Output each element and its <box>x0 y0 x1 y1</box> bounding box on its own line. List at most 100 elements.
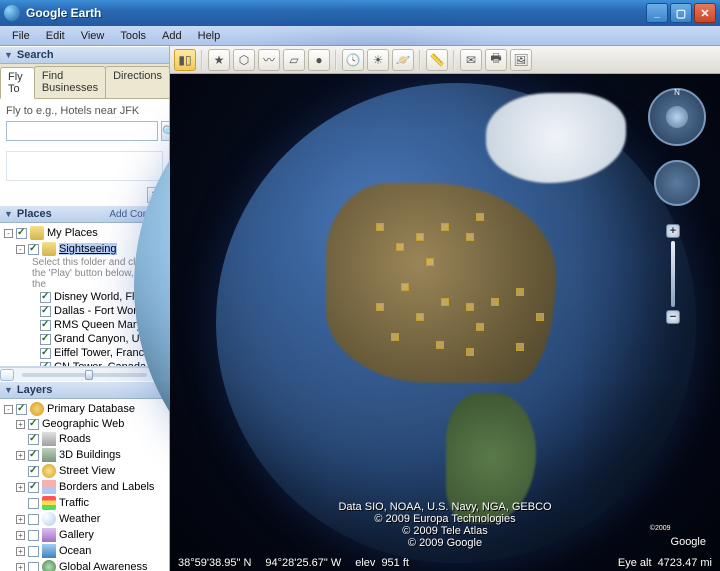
placemark-icon[interactable] <box>466 303 474 311</box>
search-panel-header[interactable]: ▼ Search <box>0 46 169 64</box>
zoom-slider[interactable] <box>671 241 675 307</box>
checkbox[interactable] <box>40 292 51 303</box>
checkbox[interactable] <box>40 348 51 359</box>
checkbox[interactable] <box>28 482 39 493</box>
placemark-icon[interactable] <box>516 288 524 296</box>
globe[interactable] <box>216 83 696 563</box>
placemark-icon[interactable] <box>416 313 424 321</box>
tour-prev-button[interactable] <box>0 369 14 381</box>
expand-icon[interactable]: + <box>16 515 25 524</box>
checkbox[interactable] <box>28 498 39 509</box>
placemark-icon[interactable] <box>426 258 434 266</box>
path-button[interactable]: 〰 <box>258 49 280 71</box>
menu-help[interactable]: Help <box>190 28 229 44</box>
checkbox[interactable] <box>28 419 39 430</box>
tree-node[interactable]: +Ocean <box>4 543 167 559</box>
placemark-icon[interactable] <box>401 283 409 291</box>
search-button[interactable]: 🔍 <box>161 121 170 141</box>
tree-node[interactable]: +Gallery <box>4 527 167 543</box>
record-tour-button[interactable]: ● <box>308 49 330 71</box>
tree-node[interactable]: +Geographic Web <box>4 417 167 431</box>
checkbox[interactable] <box>16 228 27 239</box>
checkbox[interactable] <box>40 334 51 345</box>
menu-edit[interactable]: Edit <box>38 28 73 44</box>
checkbox[interactable] <box>28 546 39 557</box>
placemark-icon[interactable] <box>491 298 499 306</box>
menu-file[interactable]: File <box>4 28 38 44</box>
menu-add[interactable]: Add <box>154 28 190 44</box>
nav-compass[interactable]: N <box>648 88 706 146</box>
maximize-button[interactable]: ▢ <box>670 3 692 23</box>
close-button[interactable]: ✕ <box>694 3 716 23</box>
placemark-button[interactable]: ★ <box>208 49 230 71</box>
search-input[interactable] <box>6 121 158 141</box>
placemark-icon[interactable] <box>516 343 524 351</box>
placemark-icon[interactable] <box>416 233 424 241</box>
placemark-icon[interactable] <box>476 323 484 331</box>
sidebar-toggle-button[interactable]: ▮▯ <box>174 49 196 71</box>
polygon-button[interactable]: ⬡ <box>233 49 255 71</box>
move-joystick[interactable] <box>654 160 700 206</box>
menu-tools[interactable]: Tools <box>112 28 154 44</box>
tree-node[interactable]: +Weather <box>4 511 167 527</box>
expand-icon[interactable]: + <box>16 531 25 540</box>
look-joystick[interactable] <box>666 106 688 128</box>
tree-node[interactable]: CN Tower, Canada <box>4 360 167 367</box>
expand-icon[interactable]: + <box>16 563 25 571</box>
clock-button[interactable]: 🕓 <box>342 49 364 71</box>
collapse-icon[interactable]: - <box>16 245 25 254</box>
checkbox[interactable] <box>28 450 39 461</box>
placemark-icon[interactable] <box>466 233 474 241</box>
minimize-button[interactable]: _ <box>646 3 668 23</box>
checkbox[interactable] <box>40 306 51 317</box>
checkbox[interactable] <box>28 562 39 571</box>
tree-node[interactable]: +3D Buildings <box>4 447 167 463</box>
tab-find-businesses[interactable]: Find Businesses <box>34 66 106 98</box>
tree-node[interactable]: -Primary Database <box>4 401 167 417</box>
checkbox[interactable] <box>28 530 39 541</box>
checkbox[interactable] <box>40 320 51 331</box>
tab-directions[interactable]: Directions <box>105 66 170 98</box>
expand-icon[interactable]: + <box>16 547 25 556</box>
placemark-icon[interactable] <box>466 348 474 356</box>
email-button[interactable]: ✉ <box>460 49 482 71</box>
collapse-icon[interactable]: - <box>4 405 13 414</box>
tree-node[interactable]: Roads <box>4 431 167 447</box>
expand-icon[interactable]: + <box>16 420 25 429</box>
zoom-in-button[interactable]: + <box>666 224 680 238</box>
image-overlay-button[interactable]: ▱ <box>283 49 305 71</box>
globe-viewport[interactable]: N + − Data SIO, NOAA, U.S. Navy, NGA, GE… <box>170 74 720 571</box>
print-button[interactable]: 🖶 <box>485 49 507 71</box>
placemark-icon[interactable] <box>396 243 404 251</box>
placemark-icon[interactable] <box>441 223 449 231</box>
zoom-out-button[interactable]: − <box>666 310 680 324</box>
tree-node[interactable]: +Global Awareness <box>4 559 167 571</box>
placemark-icon[interactable] <box>536 313 544 321</box>
layers-tree[interactable]: -Primary Database+Geographic WebRoads+3D… <box>0 399 169 571</box>
checkbox[interactable] <box>28 514 39 525</box>
menu-view[interactable]: View <box>73 28 113 44</box>
tab-fly-to[interactable]: Fly To <box>0 67 35 99</box>
checkbox[interactable] <box>28 244 39 255</box>
placemark-icon[interactable] <box>436 341 444 349</box>
planet-button[interactable]: 🪐 <box>392 49 414 71</box>
checkbox[interactable] <box>28 434 39 445</box>
sun-button[interactable]: ☀ <box>367 49 389 71</box>
save-image-button[interactable]: 🖼 <box>510 49 532 71</box>
placemark-icon[interactable] <box>391 333 399 341</box>
tree-node[interactable]: +Borders and Labels <box>4 479 167 495</box>
placemark-icon[interactable] <box>476 213 484 221</box>
placemark-icon[interactable] <box>441 298 449 306</box>
opacity-slider[interactable] <box>22 373 147 377</box>
ruler-button[interactable]: 📏 <box>426 49 448 71</box>
checkbox[interactable] <box>16 404 27 415</box>
placemark-icon[interactable] <box>376 223 384 231</box>
expand-icon[interactable]: + <box>16 451 25 460</box>
expand-icon[interactable]: + <box>16 483 25 492</box>
placemark-icon[interactable] <box>376 303 384 311</box>
checkbox[interactable] <box>28 466 39 477</box>
tree-node[interactable]: Street View <box>4 463 167 479</box>
collapse-icon[interactable]: - <box>4 229 13 238</box>
layers-panel-header[interactable]: ▼ Layers <box>0 381 169 399</box>
tree-node[interactable]: Traffic <box>4 495 167 511</box>
